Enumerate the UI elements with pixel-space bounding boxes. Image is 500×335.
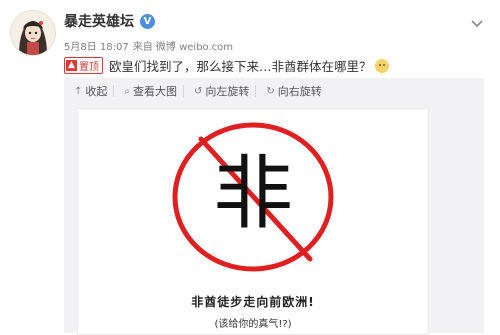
- pinned-label: 置顶: [79, 62, 99, 73]
- toolbar-divider: [183, 85, 184, 97]
- pinned-badge: ▲ 置顶: [64, 57, 103, 74]
- post-meta: 5月8日 18:07 来自 微博 weibo.com: [64, 38, 233, 53]
- avatar-illustration: [11, 11, 55, 55]
- rotate-right-icon: ↻: [266, 85, 275, 97]
- post-header: 暴走英雄坛 V: [64, 11, 155, 31]
- rotate-left-label: 向左旋转: [205, 85, 250, 98]
- view-large-label: 查看大图: [133, 85, 177, 98]
- username-link[interactable]: 暴走英雄坛: [64, 11, 134, 31]
- symbol-character: 非: [213, 147, 293, 240]
- verified-icon: V: [140, 13, 155, 29]
- image-caption-sub: (该给你的真气!?): [214, 319, 292, 330]
- post-text: 欧皇们找到了，那么接下来…非酋群体在哪里？: [109, 59, 372, 74]
- rotate-left-icon: ↺: [194, 85, 203, 97]
- image-toolbar: ↑ 收起 ⌕ 查看大图 ↺ 向左旋转 ↻ 向右旋转: [64, 78, 484, 104]
- pin-icon: ▲: [66, 60, 77, 71]
- collapse-arrow-icon: ↑: [74, 85, 83, 97]
- post-menu-chevron-icon[interactable]: [470, 14, 484, 28]
- view-large-button[interactable]: ⌕ 查看大图: [124, 83, 177, 99]
- avatar[interactable]: [10, 10, 56, 56]
- smile-emoji-icon: [374, 58, 389, 73]
- rotate-right-label: 向右旋转: [277, 85, 322, 98]
- post-date[interactable]: 5月8日 18:07: [64, 38, 129, 53]
- image-caption-main: 非酋徒步走向前欧洲!: [191, 295, 315, 309]
- post-source: 来自 微博 weibo.com: [132, 42, 234, 53]
- magnifier-icon: ⌕: [124, 85, 130, 97]
- toolbar-divider: [255, 85, 257, 97]
- post-text-row: ▲ 置顶 欧皇们找到了，那么接下来…非酋群体在哪里？: [64, 56, 389, 75]
- toolbar-divider: [113, 85, 115, 97]
- collapse-button[interactable]: ↑ 收起: [74, 83, 107, 99]
- rotate-right-button[interactable]: ↻ 向右旋转: [266, 83, 321, 99]
- rotate-left-button[interactable]: ↺ 向左旋转: [194, 83, 249, 99]
- post-image[interactable]: 非 非酋徒步走向前欧洲! (该给你的真气!?): [77, 108, 429, 335]
- collapse-label: 收起: [85, 85, 108, 98]
